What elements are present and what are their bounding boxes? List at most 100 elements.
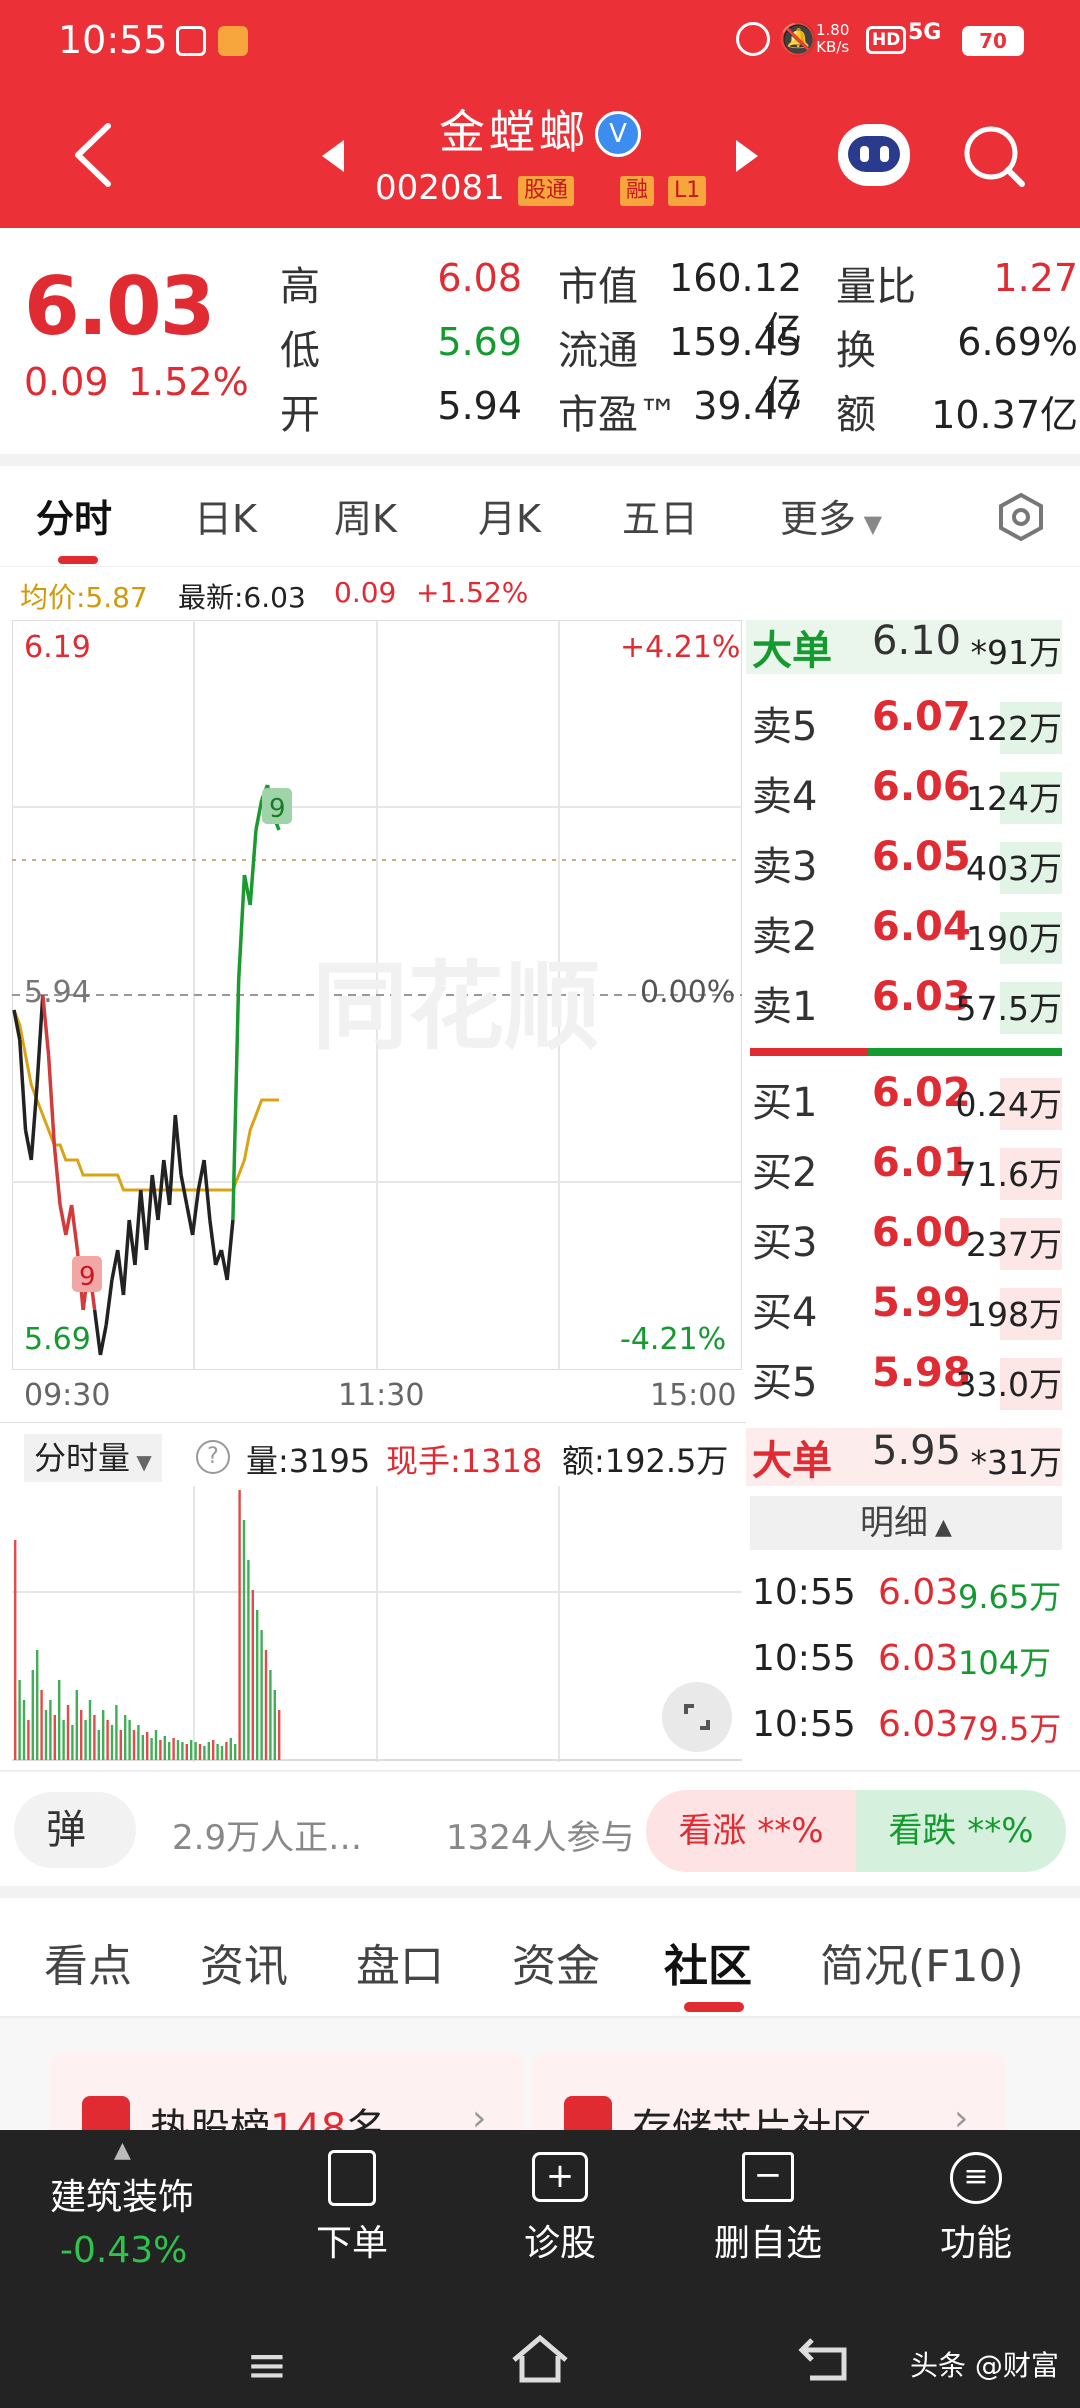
amount-value: 10.37亿 — [931, 393, 1078, 437]
menu-icon[interactable]: ≡ — [246, 2336, 288, 2394]
app-header: 10:55 🔕 1.80 KB/s HD 5G 70 金螳螂 V 002081 股… — [0, 0, 1080, 228]
volume-bar — [62, 1720, 65, 1760]
float-label: 流通 — [558, 328, 638, 374]
tab-news[interactable]: 资讯 — [200, 1930, 288, 1994]
volume-current-hand: 现手:1318 — [386, 1442, 543, 1480]
volume-bar — [269, 1670, 272, 1760]
tick-price: 6.03 — [878, 1704, 959, 1745]
volume-bar — [273, 1690, 276, 1760]
pe-value: 39.47 — [693, 384, 802, 428]
status-time: 10:55 — [58, 18, 168, 62]
volume-bar — [163, 1736, 166, 1760]
volume-bar — [198, 1744, 202, 1760]
bearish-button[interactable]: 看跌 **% — [856, 1790, 1066, 1872]
volume-bar — [159, 1740, 162, 1760]
volume-bar — [190, 1740, 193, 1760]
nav-remove-watchlist[interactable]: 删自选 — [714, 2214, 822, 2266]
diagnose-icon: + — [532, 2152, 588, 2202]
tab-daily-k[interactable]: 日K — [194, 488, 257, 543]
tab-five-day[interactable]: 五日 — [622, 488, 698, 543]
x-tick-noon: 11:30 — [338, 1378, 425, 1413]
volume-bar — [260, 1630, 263, 1760]
volume-qty: 量:3195 — [246, 1442, 371, 1480]
bid-volume: 198万 — [966, 1295, 1062, 1334]
footer-watermark: 头条 @财富 — [910, 2349, 1059, 2382]
volume-bar — [97, 1730, 100, 1760]
net-speed-unit: KB/s — [816, 38, 850, 56]
detail-button[interactable]: 明细 ▲ — [750, 1496, 1062, 1550]
volume-bar — [216, 1744, 219, 1760]
high-marker: 9 — [262, 788, 292, 824]
volume-bar — [115, 1705, 118, 1760]
volume-bar — [194, 1742, 197, 1760]
volume-bar — [22, 1700, 26, 1760]
volume-bar — [220, 1746, 224, 1760]
tick-time: 10:55 — [752, 1638, 856, 1679]
help-icon[interactable]: ? — [196, 1440, 230, 1474]
back-nav-icon[interactable] — [796, 2330, 856, 2390]
volume-bar — [176, 1740, 180, 1760]
tick-vol: 79.5万 — [958, 1710, 1062, 1748]
volume-bar — [49, 1700, 52, 1760]
volume-bar — [185, 1744, 188, 1760]
danmu-label: 弹 — [46, 1807, 86, 1853]
tick-vol: 104万 — [958, 1644, 1052, 1682]
volume-bar — [36, 1650, 39, 1760]
home-icon[interactable] — [508, 2332, 572, 2388]
low-value: 5.69 — [437, 320, 522, 364]
volume-bar — [71, 1725, 74, 1760]
tab-more[interactable]: 更多 ▼ — [780, 488, 882, 543]
volume-bar — [128, 1720, 131, 1760]
robot-assistant-icon[interactable] — [838, 124, 910, 186]
volume-bar — [44, 1710, 48, 1760]
price-segment — [208, 1219, 218, 1266]
divider — [0, 1886, 1080, 1898]
tab-orderbook[interactable]: 盘口 — [356, 1930, 444, 1994]
nav-order[interactable]: 下单 — [316, 2214, 388, 2266]
signal-icon: 5G — [908, 20, 942, 45]
price-segment — [121, 1219, 131, 1296]
volume-bar — [278, 1710, 281, 1760]
mute-icon: 🔕 — [778, 20, 818, 58]
nav-diagnose[interactable]: 诊股 — [524, 2214, 596, 2266]
participant-count: 1324人参与 — [446, 1818, 635, 1858]
bullish-button[interactable]: 看涨 **% — [646, 1790, 856, 1872]
fullscreen-icon[interactable] — [662, 1682, 732, 1752]
volume-bar — [102, 1710, 105, 1760]
chart-settings-icon[interactable] — [996, 492, 1046, 542]
danmu-toggle[interactable]: 弹 — [14, 1792, 136, 1868]
tab-monthly-k[interactable]: 月K — [478, 488, 541, 543]
tab-community[interactable]: 社区 — [664, 1930, 752, 1994]
search-icon[interactable] — [962, 124, 1028, 190]
price-line — [12, 784, 281, 1356]
low-label: 低 — [280, 328, 320, 374]
tag-margin: 融 — [620, 176, 655, 206]
volume-bar — [256, 1610, 259, 1760]
divider — [0, 1770, 1080, 1772]
volume-bar — [242, 1520, 246, 1760]
sector-name[interactable]: 建筑装饰 — [50, 2168, 194, 2220]
pct-axis-bottom: -4.21% — [620, 1322, 727, 1357]
current-price: 6.03 — [24, 260, 215, 353]
net-speed-value: 1.80 — [816, 21, 850, 39]
volume-selector[interactable]: 分时量 ▼ — [24, 1434, 162, 1482]
bid-label: 买2 — [752, 1150, 818, 1196]
nav-function[interactable]: 功能 — [940, 2214, 1012, 2266]
pct-axis-top: +4.21% — [620, 630, 741, 665]
hd-icon: HD — [866, 26, 907, 54]
price-segment — [225, 1219, 235, 1281]
tab-intraday[interactable]: 分时 — [36, 488, 112, 543]
tick-vol: 9.65万 — [958, 1578, 1062, 1616]
volume-bar — [75, 1690, 78, 1760]
tab-funds[interactable]: 资金 — [512, 1930, 600, 1994]
volume-bar — [66, 1705, 70, 1760]
avg-price-line — [12, 1009, 279, 1192]
bid-volume: 237万 — [966, 1225, 1062, 1264]
tab-weekly-k[interactable]: 周K — [334, 488, 397, 543]
volume-bar — [124, 1715, 127, 1760]
volume-bar — [251, 1590, 254, 1760]
price-segment — [104, 1279, 114, 1326]
tab-highlights[interactable]: 看点 — [44, 1930, 132, 1994]
chart-watermark: 同花顺 — [312, 951, 600, 1063]
tab-profile[interactable]: 简况(F10) — [820, 1930, 1024, 1994]
